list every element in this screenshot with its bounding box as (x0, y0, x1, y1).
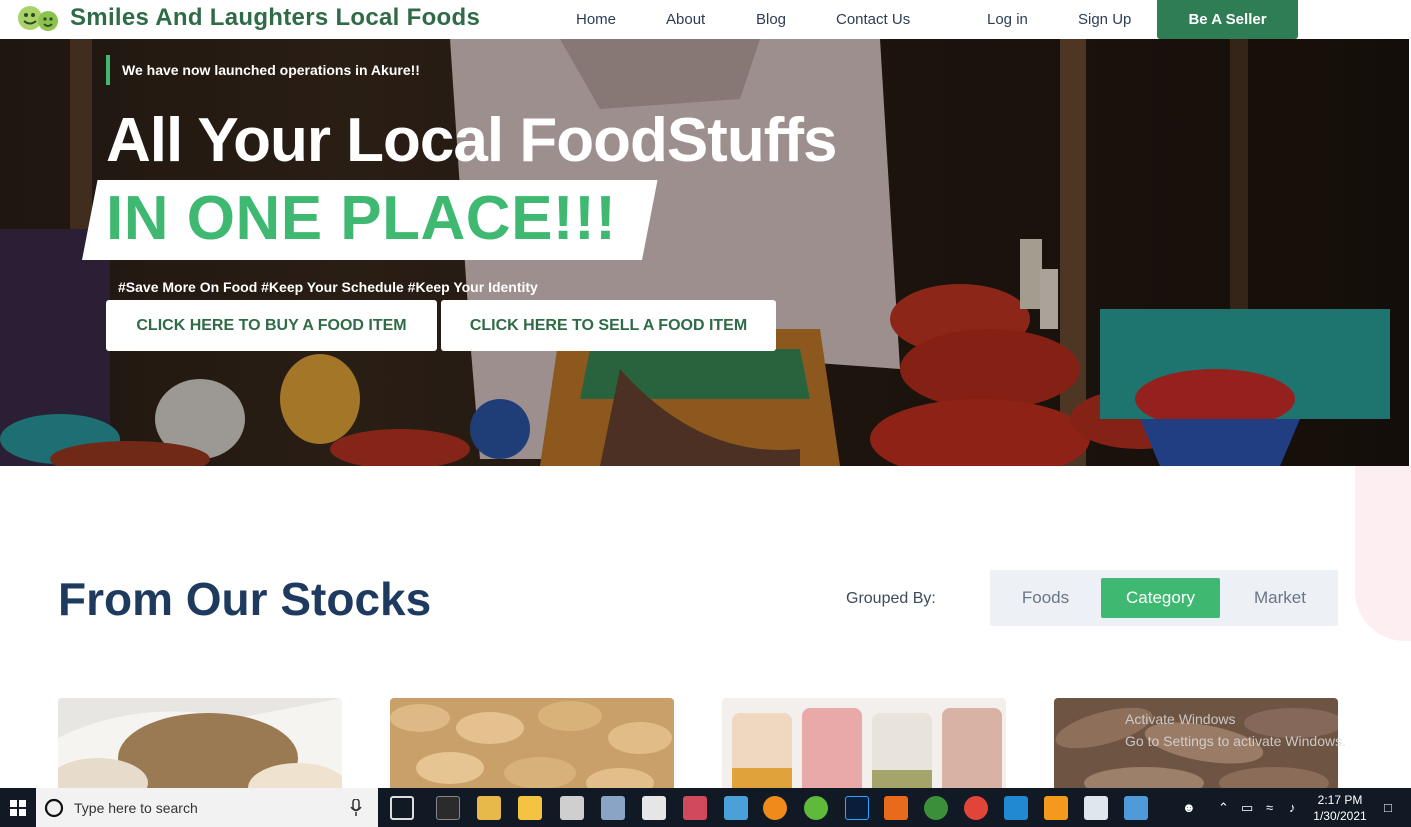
paint-icon[interactable] (477, 796, 501, 820)
search-placeholder: Type here to search (74, 800, 198, 816)
groundnut-image (390, 698, 674, 798)
cortana-circle-icon (44, 798, 64, 818)
hero-hashtags: #Save More On Food #Keep Your Schedule #… (118, 279, 538, 295)
windows-taskbar: Type here to search ☻ ⌃ ▭ ≈ ♪ 2:17 PM 1/… (0, 788, 1411, 827)
matlab-icon[interactable] (884, 796, 908, 820)
taskbar-search-box[interactable]: Type here to search (36, 788, 378, 827)
microphone-icon[interactable] (350, 799, 362, 817)
nav-sign-up[interactable]: Sign Up (1078, 11, 1131, 28)
group-by-toggle: Foods Category Market (990, 570, 1338, 626)
top-nav: Smiles And Laughters Local Foods Home Ab… (0, 0, 1411, 39)
people-icon[interactable]: ☻ (1182, 800, 1196, 815)
smiley-logo-icon[interactable] (16, 4, 60, 32)
hero-banner: We have now launched operations in Akure… (0, 39, 1409, 466)
photoshop-icon[interactable] (845, 796, 869, 820)
nav-home[interactable]: Home (576, 11, 616, 28)
product-card-groundnuts[interactable] (390, 698, 674, 798)
show-hidden-icons-chevron-icon[interactable]: ⌃ (1218, 800, 1229, 816)
file-explorer-icon[interactable] (518, 796, 542, 820)
wifi-icon[interactable]: ≈ (1266, 800, 1273, 815)
group-option-foods[interactable]: Foods (998, 578, 1093, 618)
notes-icon[interactable] (724, 796, 748, 820)
group-option-category[interactable]: Category (1101, 578, 1220, 618)
windows-logo-icon (10, 799, 26, 816)
watermark-line1: Activate Windows (1125, 711, 1236, 727)
battery-icon[interactable]: ▭ (1241, 800, 1253, 816)
chrome-icon[interactable] (964, 796, 988, 820)
taskbar-clock[interactable]: 2:17 PM 1/30/2021 (1310, 792, 1370, 824)
nav-contact-us[interactable]: Contact Us (836, 11, 910, 28)
vscode-icon[interactable] (1004, 796, 1028, 820)
task-view-icon[interactable] (390, 796, 414, 820)
browser-page: Smiles And Laughters Local Foods Home Ab… (0, 0, 1411, 827)
product-card-grains[interactable] (58, 698, 342, 798)
calculator-icon[interactable] (560, 796, 584, 820)
grains-image (58, 698, 342, 798)
watermark-line2: Go to Settings to activate Windows. (1125, 733, 1346, 749)
terminal-icon[interactable] (436, 796, 460, 820)
hero-headline: All Your Local FoodStuffs (106, 106, 837, 175)
voice-recorder-icon[interactable] (642, 796, 666, 820)
nav-about[interactable]: About (666, 11, 705, 28)
start-button[interactable] (0, 788, 36, 827)
section-title: From Our Stocks (58, 573, 432, 625)
spice-jars-image (722, 698, 1006, 798)
announcement-accent-bar (106, 55, 110, 85)
internet-download-manager-icon[interactable] (924, 796, 948, 820)
clock-date: 1/30/2021 (1313, 809, 1367, 823)
control-panel-icon[interactable] (1124, 796, 1148, 820)
paint-3d-icon[interactable] (683, 796, 707, 820)
volume-icon[interactable]: ♪ (1289, 800, 1296, 815)
grouped-by-label: Grouped By: (846, 590, 936, 607)
sell-food-button[interactable]: CLICK HERE TO SELL A FOOD ITEM (441, 300, 776, 351)
nav-blog[interactable]: Blog (756, 11, 786, 28)
group-option-market[interactable]: Market (1230, 578, 1330, 618)
be-a-seller-button[interactable]: Be A Seller (1157, 0, 1298, 39)
windows-activation-watermark: Activate Windows Go to Settings to activ… (1125, 708, 1346, 752)
buy-food-button[interactable]: CLICK HERE TO BUY A FOOD ITEM (106, 300, 437, 351)
clock-time: 2:17 PM (1317, 793, 1363, 807)
decorative-blob (1355, 466, 1411, 641)
fl-studio-icon[interactable] (763, 796, 787, 820)
image-viewer-icon[interactable] (601, 796, 625, 820)
notifications-icon[interactable]: □ (1384, 800, 1392, 815)
document-viewer-icon[interactable] (1084, 796, 1108, 820)
nav-log-in[interactable]: Log in (987, 11, 1028, 28)
vlc-icon[interactable] (1044, 796, 1068, 820)
product-card-spices[interactable] (722, 698, 1006, 798)
brand-name[interactable]: Smiles And Laughters Local Foods (70, 4, 480, 32)
greenshot-icon[interactable] (804, 796, 828, 820)
hero-headline-highlight: IN ONE PLACE!!! (106, 184, 617, 253)
announcement-text: We have now launched operations in Akure… (122, 62, 420, 78)
